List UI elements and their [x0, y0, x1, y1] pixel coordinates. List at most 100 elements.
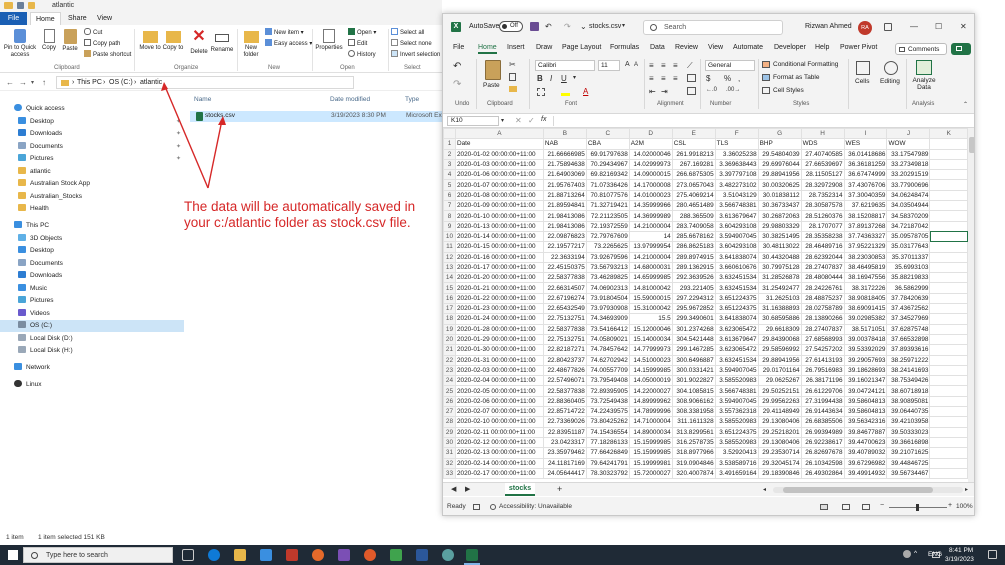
- cell[interactable]: 30.38251495: [757, 230, 802, 243]
- cancel-entry-icon[interactable]: ✕: [515, 116, 522, 125]
- cell[interactable]: 37.89137268: [843, 220, 888, 232]
- cell[interactable]: 3.632451534: [714, 282, 759, 294]
- cell[interactable]: 35.6993103: [886, 261, 931, 274]
- cell[interactable]: 28.30587578: [800, 200, 845, 212]
- cell[interactable]: 308.3381958: [671, 406, 716, 418]
- cell[interactable]: 22.65432549: [542, 303, 587, 315]
- cell[interactable]: 73.54166412: [585, 323, 630, 335]
- cell[interactable]: 73.92679596: [585, 251, 630, 263]
- cell[interactable]: 14.21000004: [628, 251, 673, 263]
- cell[interactable]: 30.79975128: [757, 261, 802, 274]
- up-arrow-icon[interactable]: ↑: [42, 78, 46, 87]
- cell[interactable]: 28.24226761: [800, 282, 845, 294]
- cell[interactable]: 39.84677887: [843, 426, 888, 438]
- cell[interactable]: 28.27407837: [800, 261, 845, 274]
- paste-shortcut-button[interactable]: Paste shortcut: [84, 50, 131, 59]
- cell[interactable]: 39.40789032: [843, 447, 888, 459]
- cell[interactable]: 39.58604813: [843, 406, 888, 418]
- nav-videos[interactable]: Videos: [18, 308, 50, 320]
- cell[interactable]: 39.04724121: [843, 385, 888, 397]
- quick-save-icon[interactable]: [17, 2, 24, 9]
- cell[interactable]: 70.81077576: [585, 189, 630, 202]
- cell[interactable]: 28.46489716: [800, 241, 845, 253]
- cell[interactable]: 26.10342598: [800, 457, 845, 469]
- cell[interactable]: 316.2578735: [671, 436, 716, 449]
- column-header-type[interactable]: Type: [405, 96, 419, 103]
- recent-dropdown-icon[interactable]: ▾: [31, 79, 34, 86]
- cell[interactable]: 273.0657043: [671, 179, 716, 191]
- cell[interactable]: 36.5862999: [886, 282, 931, 294]
- cell[interactable]: 24.05644417: [542, 467, 587, 480]
- cell[interactable]: 3.585520983: [714, 436, 759, 449]
- cell[interactable]: 39.44700623: [843, 436, 888, 449]
- cell[interactable]: 28.13890266: [800, 313, 845, 325]
- cell[interactable]: 28.27407837: [800, 323, 845, 335]
- cell[interactable]: 3.641838074: [714, 251, 759, 263]
- cell[interactable]: 15.14000034: [628, 333, 673, 346]
- workbook-filename[interactable]: stocks.csv: [589, 23, 621, 30]
- worksheet-grid[interactable]: ABCDEFGHIJK 1 Date NAB CBA A2M CSL TLS BHP WDS WE…: [443, 128, 968, 482]
- cell[interactable]: 38.69091415: [843, 303, 888, 315]
- cell[interactable]: 24.11817169: [542, 457, 587, 469]
- cell[interactable]: 22.75132751: [542, 333, 587, 346]
- column-header[interactable]: B: [542, 128, 587, 140]
- cell[interactable]: 2020-01-31 00:00:00+11:00: [454, 354, 544, 366]
- font-name-select[interactable]: Calibri: [535, 60, 595, 71]
- cell[interactable]: 22.19577217: [542, 241, 587, 253]
- cell[interactable]: 27.40740585: [800, 148, 845, 160]
- cell[interactable]: [929, 447, 968, 459]
- row-header[interactable]: 4: [443, 169, 456, 181]
- tab-excel-home[interactable]: Home: [478, 44, 497, 54]
- nav-music[interactable]: Music: [18, 283, 47, 295]
- file-explorer-icon[interactable]: [234, 549, 246, 561]
- cell[interactable]: 3.660610676: [714, 261, 759, 274]
- cell[interactable]: 15.5: [628, 313, 673, 325]
- cell[interactable]: 3.36025238: [714, 148, 759, 160]
- app-icon-green[interactable]: [390, 549, 402, 561]
- cell[interactable]: 39.00378418: [843, 333, 888, 346]
- underline-icon[interactable]: U: [561, 74, 567, 83]
- nav-3d-objects[interactable]: 3D Objects: [18, 233, 62, 245]
- row-header[interactable]: 33: [443, 467, 456, 480]
- nav-pictures[interactable]: Pictures: [18, 153, 53, 165]
- column-header[interactable]: A: [454, 128, 544, 140]
- cell[interactable]: 26.79516983: [800, 364, 845, 377]
- row-header[interactable]: 8: [443, 210, 456, 222]
- row-header[interactable]: 14: [443, 272, 456, 284]
- zoom-slider-thumb[interactable]: [916, 504, 919, 511]
- row-header[interactable]: 26: [443, 395, 456, 408]
- cell[interactable]: [929, 323, 968, 335]
- cell[interactable]: 39.56342316: [843, 416, 888, 428]
- row-header[interactable]: 13: [443, 261, 456, 274]
- cell[interactable]: 38.46495819: [843, 261, 888, 274]
- cell[interactable]: 28.35358238: [800, 230, 845, 243]
- cell[interactable]: [929, 179, 968, 191]
- format-as-table-button[interactable]: Format as Table: [773, 74, 819, 81]
- cell[interactable]: 2020-02-07 00:00:00+11:00: [454, 406, 544, 418]
- align-center-icon[interactable]: ≡: [661, 74, 666, 83]
- cell[interactable]: 27.66539697: [800, 158, 845, 171]
- cell[interactable]: 285.6678162: [671, 230, 716, 243]
- cell[interactable]: 27.61413193: [800, 354, 845, 366]
- comma-style-icon[interactable]: ,: [738, 74, 740, 83]
- cell[interactable]: 21.98413086: [542, 220, 587, 232]
- cell[interactable]: 29.32045174: [757, 457, 802, 469]
- cell[interactable]: 29.01701164: [757, 364, 802, 377]
- cell[interactable]: 39.53392029: [843, 344, 888, 356]
- align-left-icon[interactable]: ≡: [649, 74, 654, 83]
- cell[interactable]: 38.5171051: [843, 323, 888, 335]
- decrease-indent-icon[interactable]: ⇤: [649, 87, 656, 96]
- undo-icon[interactable]: ↶: [545, 22, 552, 31]
- cell[interactable]: 22.82187271: [542, 344, 587, 356]
- row-header[interactable]: 32: [443, 457, 456, 469]
- cell[interactable]: 22.83951187: [542, 426, 587, 438]
- cell[interactable]: 74.78457642: [585, 344, 630, 356]
- cell[interactable]: 293.221405: [671, 282, 716, 294]
- analyze-data-button[interactable]: Analyze Data: [912, 77, 936, 91]
- cell[interactable]: 38.90895081: [886, 395, 931, 408]
- cell[interactable]: 31.25492477: [757, 282, 802, 294]
- cell[interactable]: 27.31994438: [800, 395, 845, 408]
- cell[interactable]: 3.604293108: [714, 241, 759, 253]
- cell[interactable]: [929, 138, 968, 150]
- cell[interactable]: 3.397797108: [714, 169, 759, 181]
